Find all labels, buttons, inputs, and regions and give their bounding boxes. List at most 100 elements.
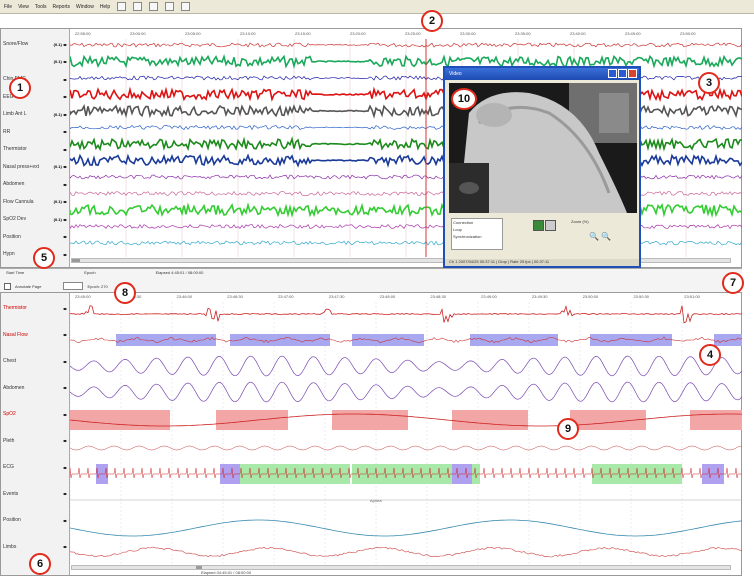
desaturation-event-box bbox=[690, 410, 742, 430]
menu-help[interactable]: Help bbox=[100, 4, 110, 10]
time-tick-label: 23:00:00 bbox=[130, 31, 146, 36]
maximize-icon[interactable] bbox=[618, 69, 627, 78]
toolbar-button-icon[interactable] bbox=[165, 2, 175, 11]
apnea-event-bar bbox=[590, 334, 672, 346]
time-tick-label: 22:55:00 bbox=[75, 31, 91, 36]
channel-label[interactable]: Chest ◂▸ bbox=[3, 358, 67, 364]
channel-label[interactable]: Nasal Flow ◂▸ bbox=[3, 332, 67, 338]
zoom-out-icon[interactable]: 🔍 bbox=[601, 232, 611, 241]
video-titlebar[interactable]: Video bbox=[445, 68, 639, 80]
channel-label[interactable]: Abdomen ◂▸ bbox=[3, 385, 67, 391]
toolbar-button-icon[interactable] bbox=[117, 2, 127, 11]
loop-label: Loop bbox=[453, 227, 462, 232]
time-tick-label: 23:20:00 bbox=[350, 31, 366, 36]
channel-label[interactable]: Nasal press+ext (0.1) ◂▸ bbox=[3, 164, 67, 170]
menu-window[interactable]: Window bbox=[76, 4, 94, 10]
time-tick-label: 23:40:00 bbox=[570, 31, 586, 36]
thermistor-trace bbox=[70, 304, 742, 324]
menu-file[interactable]: File bbox=[4, 4, 12, 10]
time-tick-label: 23:48:00 bbox=[379, 294, 396, 299]
time-tick-label: 23:50:00 bbox=[680, 31, 696, 36]
event-label: Apnea bbox=[370, 498, 382, 503]
pause-button[interactable] bbox=[545, 220, 556, 231]
channel-label[interactable]: Thermistor ◂▸ bbox=[3, 146, 67, 152]
channel-label[interactable]: Limbs ◂▸ bbox=[3, 544, 67, 550]
zoom-in-icon[interactable]: 🔍 bbox=[589, 232, 599, 241]
channel-label[interactable]: Pleth ◂▸ bbox=[3, 438, 67, 444]
time-tick-label: 23:50:30 bbox=[633, 294, 650, 299]
callout-6: 6 bbox=[29, 553, 51, 575]
limb-trace bbox=[70, 546, 742, 558]
channel-label[interactable]: ECG ◂▸ bbox=[3, 464, 67, 470]
annotate-checkbox[interactable] bbox=[4, 282, 11, 290]
connection-label: Connection bbox=[453, 220, 474, 225]
elapsed-label: Elapsed 4:45:01 / 08:00:00 bbox=[155, 270, 204, 275]
close-icon[interactable] bbox=[628, 69, 637, 78]
channel-label[interactable]: RR ◂▸ bbox=[3, 129, 67, 135]
callout-5: 5 bbox=[33, 247, 55, 269]
desaturation-event-box bbox=[452, 410, 528, 430]
detail-pane: 23:45:0023:45:3023:46:0023:46:3023:47:00… bbox=[0, 292, 742, 576]
toolbar-button-icon[interactable] bbox=[181, 2, 191, 11]
detail-status: Elapsed 04:45:01 / 08:00:00 bbox=[201, 570, 252, 575]
effort-trace bbox=[70, 381, 742, 403]
sync-label: Synchronization bbox=[453, 234, 482, 239]
menu-reports[interactable]: Reports bbox=[53, 4, 71, 10]
channel-label[interactable]: (0.1) ◂▸ bbox=[3, 59, 67, 64]
callout-7: 7 bbox=[722, 272, 744, 294]
minimize-icon[interactable] bbox=[608, 69, 617, 78]
time-tick-label: 23:46:00 bbox=[176, 294, 193, 299]
sleeping-patient-image bbox=[449, 83, 637, 213]
overview-channel-list: Snore/Flow(0.1) ◂▸(0.1) ◂▸Chin EMG ◂▸EEG… bbox=[1, 29, 70, 267]
channel-label[interactable]: SpO2 Dev (0.1) ◂▸ bbox=[3, 216, 67, 222]
callout-9: 9 bbox=[557, 418, 579, 440]
start-time-label: Start Time bbox=[6, 270, 25, 275]
epoch-field[interactable] bbox=[63, 282, 84, 290]
channel-label[interactable]: Limb Ant L (0.1) ◂▸ bbox=[3, 111, 67, 117]
detail-scrollbar[interactable] bbox=[71, 565, 731, 570]
detail-channel-list: Thermistor ◂▸ Nasal Flow ◂▸ Chest ◂▸ Abdome… bbox=[1, 293, 70, 575]
epoch-label: Epoch bbox=[84, 270, 96, 275]
time-tick-label: 23:49:00 bbox=[481, 294, 497, 299]
time-tick-label: 23:15:00 bbox=[295, 31, 311, 36]
channel-label[interactable]: SpO2 ◂▸ bbox=[3, 411, 67, 417]
time-tick-label: 23:50:00 bbox=[582, 294, 599, 299]
time-tick-label: 23:51:00 bbox=[684, 294, 700, 299]
time-tick-label: 23:35:00 bbox=[515, 31, 531, 36]
time-tick-label: 23:46:30 bbox=[227, 294, 243, 299]
desaturation-event-box bbox=[216, 410, 288, 430]
channel-label[interactable]: Events ◂▸ bbox=[3, 491, 67, 497]
time-tick-label: 23:45:00 bbox=[75, 294, 91, 299]
channel-label[interactable]: Flow Cannula (0.1) ◂▸ bbox=[3, 199, 67, 205]
callout-4: 4 bbox=[699, 344, 721, 366]
play-button[interactable] bbox=[533, 220, 544, 231]
menu-tools[interactable]: Tools bbox=[35, 4, 47, 10]
toolbar-button-icon[interactable] bbox=[149, 2, 159, 11]
channel-label[interactable]: Thermistor ◂▸ bbox=[3, 305, 67, 311]
info-bar: Start Time Epoch Elapsed 4:45:01 / 08:00… bbox=[0, 268, 742, 293]
detail-time-axis: 23:45:0023:45:3023:46:0023:46:3023:47:00… bbox=[69, 294, 741, 301]
channel-label[interactable]: Position ◂▸ bbox=[3, 517, 67, 523]
channel-label[interactable]: Position ◂▸ bbox=[3, 234, 67, 240]
callout-2: 2 bbox=[421, 10, 443, 32]
annotate-page-label: Annotate Page bbox=[15, 283, 42, 289]
detail-scroll-thumb[interactable] bbox=[196, 566, 202, 569]
position-trace bbox=[70, 519, 742, 537]
time-tick-label: 23:05:00 bbox=[185, 31, 201, 36]
overview-scroll-thumb[interactable] bbox=[72, 259, 80, 262]
channel-label[interactable]: Abdomen ◂▸ bbox=[3, 181, 67, 187]
menu-bar: File View Tools Reports Window Help bbox=[0, 0, 754, 14]
overview-time-axis: 22:55:00 23:00:00 23:05:00 23:10:00 23:15:00… bbox=[69, 31, 741, 38]
time-tick-label: 23:25:00 bbox=[405, 31, 421, 36]
time-tick-label: 23:30:00 bbox=[460, 31, 476, 36]
toolbar-button-icon[interactable] bbox=[133, 2, 143, 11]
overview-traces bbox=[70, 39, 742, 257]
time-tick-label: 23:47:30 bbox=[328, 294, 345, 299]
desaturation-event-box bbox=[70, 410, 170, 430]
time-tick-label: 23:47:00 bbox=[278, 294, 294, 299]
menu-view[interactable]: View bbox=[18, 4, 29, 10]
video-frame bbox=[449, 83, 637, 213]
time-tick-label: 23:45:00 bbox=[625, 31, 641, 36]
detail-traces: Apnea bbox=[70, 302, 742, 564]
channel-label[interactable]: Snore/Flow (0.1) ◂▸ bbox=[3, 41, 67, 47]
